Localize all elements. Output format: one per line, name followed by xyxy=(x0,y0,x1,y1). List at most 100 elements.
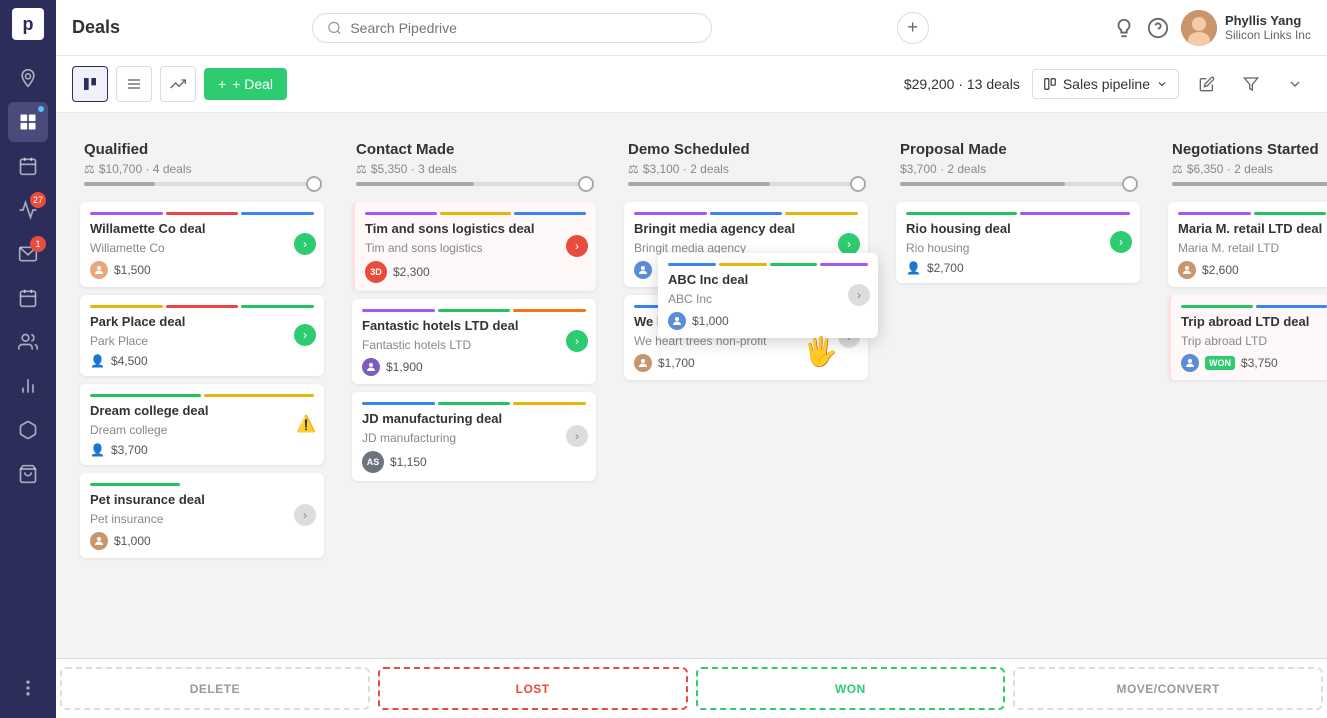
card-nav[interactable]: › xyxy=(848,284,870,306)
add-button[interactable]: + xyxy=(897,12,929,44)
column-qualified: Qualified ⚖ $10,700 · 4 deals xyxy=(72,129,332,566)
cards-qualified: Willamette Co deal Willamette Co $1,500 … xyxy=(72,198,332,566)
card-avatar xyxy=(1181,354,1199,372)
kanban-board: Qualified ⚖ $10,700 · 4 deals xyxy=(56,113,1327,658)
filter-icon xyxy=(1243,76,1259,92)
sidebar-item-location[interactable] xyxy=(8,58,48,98)
user-info: Phyllis Yang Silicon Links Inc xyxy=(1181,10,1311,46)
add-deal-plus: + xyxy=(218,76,226,92)
badge-as: AS xyxy=(362,451,384,473)
add-deal-button[interactable]: + + Deal xyxy=(204,68,287,100)
card-dreamcollege[interactable]: Dream college deal Dream college 👤 $3,70… xyxy=(80,384,324,465)
col-title-negotiations: Negotiations Started xyxy=(1172,141,1327,158)
card-avatar xyxy=(362,358,380,376)
col-meta-qualified: ⚖ $10,700 · 4 deals xyxy=(84,162,320,176)
sidebar-item-activities[interactable] xyxy=(8,146,48,186)
card-tim-sons[interactable]: Tim and sons logistics deal Tim and sons… xyxy=(352,202,596,291)
card-nav[interactable]: › xyxy=(294,324,316,346)
col-progress-demo-scheduled xyxy=(628,182,864,186)
card-rio-housing[interactable]: Rio housing deal Rio housing 👤 $2,700 › xyxy=(896,202,1140,283)
card-nav[interactable]: › xyxy=(1110,231,1132,253)
card-company: Rio housing xyxy=(906,241,1130,255)
cards-proposal-made: Rio housing deal Rio housing 👤 $2,700 › xyxy=(888,198,1148,291)
card-title: Tim and sons logistics deal xyxy=(365,221,586,238)
cards-contact-made: Tim and sons logistics deal Tim and sons… xyxy=(344,198,604,489)
card-amount: $3,700 xyxy=(111,443,148,457)
col-title-proposal-made: Proposal Made xyxy=(900,141,1136,158)
card-nav[interactable]: › xyxy=(294,233,316,255)
card-amount: $1,700 xyxy=(658,356,695,370)
card-parkplace[interactable]: Park Place deal Park Place 👤 $4,500 › xyxy=(80,295,324,376)
card-company: Willamette Co xyxy=(90,241,314,255)
card-title: Dream college deal xyxy=(90,403,314,420)
help-icon[interactable] xyxy=(1147,17,1169,39)
sidebar-item-analytics[interactable] xyxy=(8,366,48,406)
sidebar-item-calendar[interactable] xyxy=(8,278,48,318)
card-amount: $2,600 xyxy=(1202,263,1239,277)
forecast-view-button[interactable] xyxy=(160,66,196,102)
sidebar-item-store[interactable] xyxy=(8,454,48,494)
col-title-demo-scheduled: Demo Scheduled xyxy=(628,141,864,158)
pipeline-label: Sales pipeline xyxy=(1063,76,1150,92)
sidebar-item-mail[interactable]: 1 xyxy=(8,234,48,274)
avatar-image xyxy=(1181,10,1217,46)
card-amount: $2,300 xyxy=(393,265,430,279)
board-icon xyxy=(82,76,98,92)
card-company: Park Place xyxy=(90,334,314,348)
list-view-button[interactable] xyxy=(116,66,152,102)
card-abc-inc-dragging[interactable]: ABC Inc deal ABC Inc $1,000 › xyxy=(658,253,878,338)
pipeline-selector[interactable]: Sales pipeline xyxy=(1032,69,1179,99)
card-company: Tim and sons logistics xyxy=(365,241,586,255)
card-amount: $1,900 xyxy=(386,360,423,374)
drop-zone-won[interactable]: WON xyxy=(696,667,1006,710)
card-title: ABC Inc deal xyxy=(668,272,868,289)
card-avatar xyxy=(668,312,686,330)
drop-zones: DELETE LOST WON MOVE/CONVERT xyxy=(56,658,1327,718)
card-fantastic-hotels[interactable]: Fantastic hotels LTD deal Fantastic hote… xyxy=(352,299,596,384)
card-petinsurance[interactable]: Pet insurance deal Pet insurance $1,000 … xyxy=(80,473,324,558)
card-trip-abroad[interactable]: Trip abroad LTD deal Trip abroad LTD WON… xyxy=(1168,295,1327,380)
col-meta-negotiations: ⚖ $6,350 · 2 deals xyxy=(1172,162,1327,176)
topbar: Deals + Phyllis Yang Silicon Links Inc xyxy=(56,0,1327,56)
card-company: Fantastic hotels LTD xyxy=(362,338,586,352)
card-nav[interactable]: › xyxy=(566,330,588,352)
chevron-down-icon-toolbar xyxy=(1287,76,1303,92)
sidebar-item-campaigns[interactable]: 27 xyxy=(8,190,48,230)
logo: p xyxy=(12,8,44,40)
col-meta-proposal-made: $3,700 · 2 deals xyxy=(900,162,1136,176)
drop-zone-lost-label: LOST xyxy=(516,682,550,696)
lightbulb-icon[interactable] xyxy=(1113,17,1135,39)
edit-pipeline-button[interactable] xyxy=(1191,68,1223,100)
filter-button[interactable] xyxy=(1235,68,1267,100)
drop-zone-won-label: WON xyxy=(835,682,866,696)
board-view-button[interactable] xyxy=(72,66,108,102)
card-nav[interactable]: › xyxy=(566,235,588,257)
card-jd-manufacturing[interactable]: JD manufacturing deal JD manufacturing A… xyxy=(352,392,596,481)
sidebar-item-more[interactable] xyxy=(8,668,48,708)
column-demo-scheduled: Demo Scheduled ⚖ $3,100 · 2 deals xyxy=(616,129,876,388)
search-bar[interactable] xyxy=(312,13,712,43)
sidebar-item-contacts[interactable] xyxy=(8,322,48,362)
col-title-qualified: Qualified xyxy=(84,141,320,158)
drop-zone-delete-label: DELETE xyxy=(190,682,240,696)
sidebar-item-deals[interactable] xyxy=(8,102,48,142)
sidebar-item-products[interactable] xyxy=(8,410,48,450)
edit-icon xyxy=(1199,76,1215,92)
card-nav[interactable]: › xyxy=(566,425,588,447)
drop-zone-move[interactable]: MOVE/CONVERT xyxy=(1013,667,1323,710)
card-amount: $1,000 xyxy=(114,534,151,548)
card-maria-retail[interactable]: Maria M. retail LTD deal Maria M. retail… xyxy=(1168,202,1327,287)
card-nav[interactable]: › xyxy=(294,504,316,526)
card-willamette[interactable]: Willamette Co deal Willamette Co $1,500 … xyxy=(80,202,324,287)
search-icon xyxy=(327,20,342,36)
col-progress-qualified xyxy=(84,182,320,186)
card-title: Bringit media agency deal xyxy=(634,221,858,238)
sidebar-badge-27: 27 xyxy=(30,192,46,208)
more-options-button[interactable] xyxy=(1279,68,1311,100)
card-company: ABC Inc xyxy=(668,292,868,306)
sidebar: p 27 1 xyxy=(0,0,56,718)
drop-zone-delete[interactable]: DELETE xyxy=(60,667,370,710)
drop-zone-lost[interactable]: LOST xyxy=(378,667,688,710)
search-input[interactable] xyxy=(350,20,697,36)
card-company: Dream college xyxy=(90,423,314,437)
